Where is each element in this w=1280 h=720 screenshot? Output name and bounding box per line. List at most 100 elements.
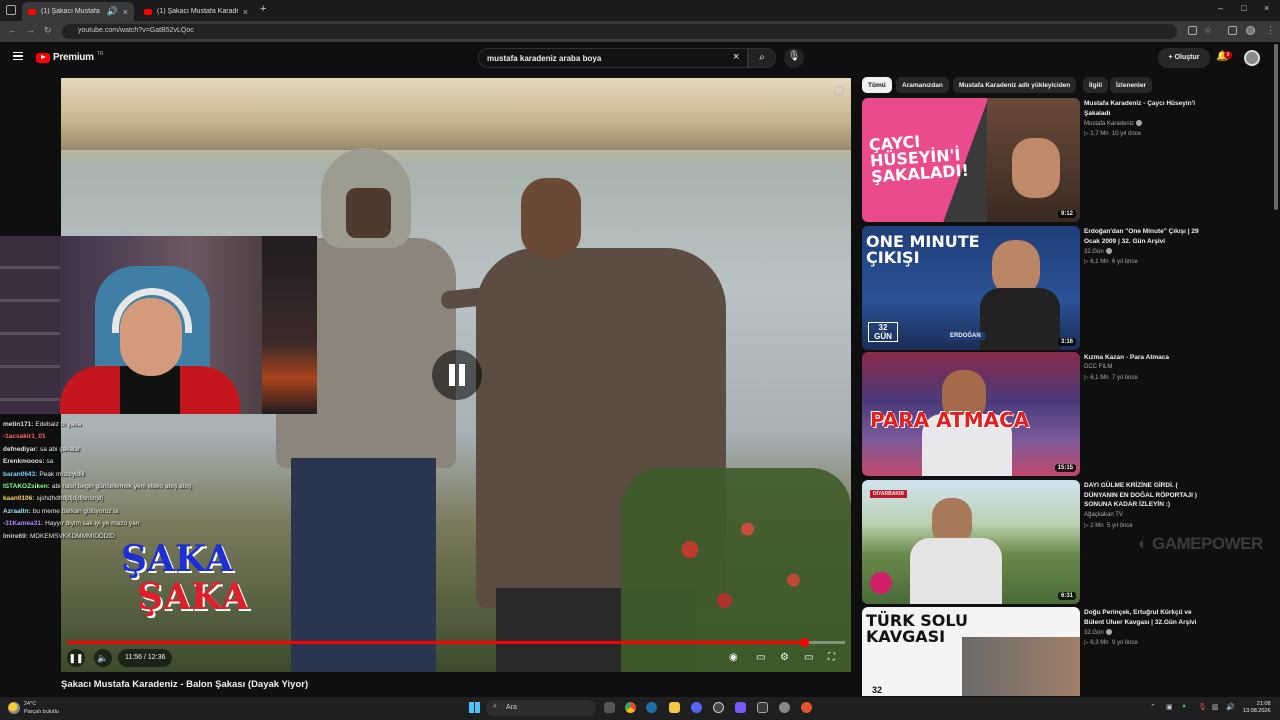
network-icon[interactable]: ▥ [1212,703,1219,711]
related-video-5[interactable]: TÜRK SOLU KAVGASI 32 Doğu Perinçek, Ertu… [862,607,1202,696]
address-bar-row: ← → ↻ youtube.com/watch?v=GatB52vLQoc ☆ … [0,21,1280,42]
verified-icon [1136,120,1143,126]
related-video-3[interactable]: PARA ATMACA 15:15 Kızma Kazan - Para Atm… [862,352,1202,476]
video-thumbnail[interactable]: ÇAYCI HÜSEYİN'İ ŞAKALADI! 9:12 [862,98,1080,222]
related-channel[interactable]: Mustafa Karadeniz [1084,120,1143,127]
video-progress-bar[interactable] [67,638,845,647]
chat-username: lmire69: [3,532,28,540]
progress-scrubber-handle[interactable] [799,638,809,647]
related-title[interactable]: DAYI GÜLME KRİZİNE GİRDİ. ( DÜNYANIN EN … [1084,481,1202,510]
forward-icon[interactable]: → [26,25,35,35]
thumbnail-badge: 32 [872,685,883,695]
taskbar-search[interactable]: ⌕ Ara [486,700,596,716]
tray-app-icon[interactable]: ▣ [1166,703,1173,711]
steam-icon[interactable] [646,702,657,713]
minimize-icon[interactable]: – [1218,3,1223,13]
close-tab-icon[interactable]: × [123,7,128,17]
chat-message: lmire69: MDKEMSVKKDMMMIDDDID [3,531,303,543]
new-tab-button[interactable]: + [260,3,266,15]
center-pause-icon[interactable] [432,350,482,400]
autoplay-toggle-icon[interactable]: ◉ [729,652,738,663]
taskbar-search-placeholder: Ara [506,704,517,711]
weather-widget[interactable]: 24°C Parçalı bulutlu [24,700,59,716]
related-video-2[interactable]: ONE MINUTE ÇIKIŞI ERDOĞAN 32 GÜN 3:16 Er… [862,226,1202,350]
time-display: 11:56 / 12:36 [118,649,173,667]
subtitles-icon[interactable]: ▭ [756,652,765,663]
maximize-icon[interactable]: □ [1241,3,1246,13]
search-input[interactable]: mustafa karadeniz araba boya [478,48,748,68]
create-button[interactable]: + Oluştur [1158,48,1210,68]
volume-tray-icon[interactable]: 🔊 [1226,703,1235,711]
settings-icon[interactable] [779,702,790,713]
video-thumbnail[interactable]: TÜRK SOLU KAVGASI 32 [862,607,1080,696]
browser-more-icon[interactable]: ⋮ [1266,25,1275,36]
chip-uploader[interactable]: Mustafa Karadeniz adlı yükleyiciden [953,77,1077,93]
pause-button[interactable]: ❚❚ [67,649,85,667]
search-button[interactable]: ⌕ [748,48,776,68]
tray-mic-icon[interactable]: 🎙 [1198,703,1207,711]
windows-start-icon[interactable] [469,702,480,713]
weather-icon[interactable] [8,702,20,714]
logo-text: Premium [53,52,94,63]
fullscreen-icon[interactable]: ⛶ [828,652,835,663]
cast-icon[interactable] [1188,26,1197,35]
chat-username: -1acsakir1_01 [3,433,46,441]
tray-chevron-icon[interactable]: ⌃ [1150,703,1156,711]
video-thumbnail[interactable]: DİYARBAKIR 6:31 [862,480,1080,604]
video-info-icon[interactable] [834,86,844,96]
media-app-icon[interactable] [757,702,768,713]
url-field[interactable]: youtube.com/watch?v=GatB52vLQoc [62,24,1177,39]
app-icon[interactable] [801,702,812,713]
close-tab-icon[interactable]: × [243,7,248,17]
chat-text: bu meme barkan gülüyoruz la [32,507,119,515]
browser-tab-1[interactable]: (1) Şakacı Mustafa Karadeniz - Balon Şak… [22,2,134,21]
related-title[interactable]: Erdoğan'dan "One Minute" Çıkışı | 29 Oca… [1084,227,1202,246]
chip-all[interactable]: Tümü [862,77,892,93]
related-title[interactable]: Doğu Perinçek, Ertuğrul Kürkçü ve Bülent… [1084,608,1202,627]
obs-icon[interactable] [713,702,724,713]
related-video-1[interactable]: ÇAYCI HÜSEYİN'İ ŞAKALADI! 9:12 Mustafa K… [862,98,1202,222]
related-title[interactable]: Kızma Kazan - Para Atmaca [1084,353,1202,363]
voice-search-button[interactable]: 🎙 [784,48,804,68]
tab-title: (1) Şakacı Mustafa Karadeniz - Balon Şak… [157,8,238,15]
bookmark-star-icon[interactable]: ☆ [1204,25,1212,36]
chrome-icon[interactable] [625,702,636,713]
page-scrollbar[interactable] [1274,44,1278,210]
profile-icon[interactable] [1246,26,1255,35]
chat-message: ISTAKOZsiken: abi nasıl begin güncellemek… [3,481,303,493]
reload-icon[interactable]: ↻ [44,25,52,36]
account-avatar[interactable] [1244,50,1260,66]
related-title[interactable]: Mustafa Karadeniz - Çaycı Hüseyin'i Şaka… [1084,99,1202,118]
volume-icon[interactable]: 🔈 [94,649,112,667]
chip-from-search[interactable]: Aramanızdan [896,77,949,93]
browser-tab-2[interactable]: (1) Şakacı Mustafa Karadeniz - Balon Şak… [138,2,254,21]
related-channel[interactable]: DCC FILM [1084,364,1112,370]
back-icon[interactable]: ← [8,25,17,35]
file-explorer-icon[interactable] [669,702,680,713]
duration-badge: 9:12 [1057,210,1076,218]
youtube-premium-logo[interactable]: Premium TR [36,50,104,63]
clear-search-icon[interactable]: × [733,51,739,63]
chip-watched[interactable]: İzlenenler [1110,77,1152,93]
taskbar-clock[interactable]: 21:08 13.08.2026 [1243,701,1271,715]
gamepower-watermark: ◐ GAMEPOWER [1138,534,1263,553]
task-view-icon[interactable] [604,702,615,713]
theater-mode-icon[interactable]: ▭ [804,652,813,663]
logo-region: TR [96,50,104,57]
chip-related[interactable]: İlgili [1083,77,1108,93]
tray-status-icon[interactable]: ● [1182,703,1186,710]
hamburger-menu-icon[interactable] [13,52,23,60]
close-window-icon[interactable]: × [1264,3,1269,13]
extensions-icon[interactable] [1228,26,1237,35]
video-thumbnail[interactable]: ONE MINUTE ÇIKIŞI ERDOĞAN 32 GÜN 3:16 [862,226,1080,350]
thumbnail-text: ÇAYCI HÜSEYİN'İ ŞAKALADI! [868,131,970,187]
settings-gear-icon[interactable]: ⚙ [780,652,789,663]
app-grid-icon[interactable] [735,702,746,713]
discord-icon[interactable] [691,702,702,713]
related-channel[interactable]: 32.Gün [1084,629,1112,636]
related-channel[interactable]: 32.Gün [1084,248,1112,255]
browser-menu-icon[interactable] [6,5,16,15]
related-channel[interactable]: Ağaçkakan TV [1084,512,1123,518]
video-thumbnail[interactable]: PARA ATMACA 15:15 [862,352,1080,476]
speaker-icon[interactable]: 🔊 [107,6,118,17]
